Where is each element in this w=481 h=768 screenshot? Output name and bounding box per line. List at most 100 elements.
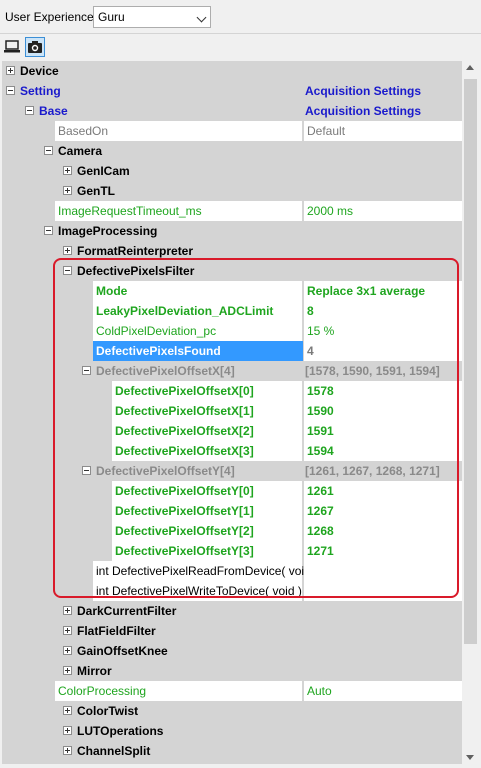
property-value[interactable]: 4 [304, 341, 462, 361]
scroll-up-icon[interactable] [466, 65, 474, 70]
property-value[interactable]: Auto [304, 681, 462, 701]
property-value [304, 61, 305, 81]
toolbar: User Experience: Guru [0, 0, 481, 34]
tree-property-row[interactable]: int DefectivePixelWriteToDevice( void ) [2, 581, 462, 601]
collapse-minus-icon[interactable] [25, 106, 34, 115]
chevron-down-icon [196, 12, 207, 23]
collapse-minus-icon[interactable] [44, 226, 53, 235]
property-value[interactable]: Acquisition Settings [304, 81, 421, 101]
property-value[interactable]: 1271 [304, 541, 462, 561]
property-value[interactable]: Replace 3x1 average [304, 281, 462, 301]
tree-property-row[interactable]: ColdPixelDeviation_pc 15 % [2, 321, 462, 341]
property-value [304, 261, 305, 281]
expand-plus-icon[interactable] [63, 646, 72, 655]
property-name: GenTL [77, 184, 115, 198]
property-value[interactable]: 15 % [304, 321, 462, 341]
property-value [304, 601, 305, 621]
expand-plus-icon[interactable] [63, 666, 72, 675]
scrollbar-thumb[interactable] [464, 79, 477, 644]
tree-group-row[interactable]: ChannelSplit [2, 741, 462, 761]
tree-group-row[interactable]: Mirror [2, 661, 462, 681]
expand-plus-icon[interactable] [63, 166, 72, 175]
property-value[interactable]: Acquisition Settings [304, 101, 421, 121]
expand-plus-icon[interactable] [63, 746, 72, 755]
tree-group-row[interactable]: FormatReinterpreter [2, 241, 462, 261]
tree-group-row[interactable]: DefectivePixelOffsetY[4] [1261, 1267, 126… [2, 461, 462, 481]
tree-property-row[interactable]: Mode Replace 3x1 average [2, 281, 462, 301]
tree-property-row[interactable]: BasedOn Default [2, 121, 462, 141]
tree-property-row[interactable]: DefectivePixelOffsetY[3] 1271 [2, 541, 462, 561]
tree-property-row[interactable]: DefectivePixelOffsetX[3] 1594 [2, 441, 462, 461]
tree-group-row[interactable]: GainOffsetKnee [2, 641, 462, 661]
tab-device-view[interactable] [2, 37, 22, 57]
tree-group-row[interactable]: ColorTwist [2, 701, 462, 721]
property-name: FlatFieldFilter [77, 624, 156, 638]
toolbar-separator [0, 33, 481, 34]
property-value[interactable]: 1268 [304, 521, 462, 541]
property-name: ColorProcessing [55, 681, 303, 701]
tree-property-row[interactable]: int DefectivePixelReadFromDevice( void ) [2, 561, 462, 581]
tree-group-row[interactable]: DefectivePixelsFilter [2, 261, 462, 281]
tree-group-row[interactable]: GenICam [2, 161, 462, 181]
vertical-scrollbar[interactable] [462, 61, 479, 764]
expand-plus-icon[interactable] [63, 706, 72, 715]
tree-group-row[interactable]: ImageProcessing [2, 221, 462, 241]
tree-property-row[interactable]: ColorProcessing Auto [2, 681, 462, 701]
tree-group-row[interactable]: GenTL [2, 181, 462, 201]
tree-group-row[interactable]: LUTOperations [2, 721, 462, 741]
tree-property-row[interactable]: DefectivePixelOffsetX[1] 1590 [2, 401, 462, 421]
user-experience-dropdown[interactable]: Guru [93, 6, 211, 28]
tree-property-row[interactable]: LeakyPixelDeviation_ADCLimit 8 [2, 301, 462, 321]
property-value [304, 721, 305, 741]
property-name: ImageProcessing [58, 224, 158, 238]
property-name: DefectivePixelOffsetY[1] [112, 501, 303, 521]
property-value[interactable]: [1578, 1590, 1591, 1594] [304, 361, 440, 381]
expand-plus-icon[interactable] [63, 726, 72, 735]
tree-property-row[interactable]: DefectivePixelOffsetY[2] 1268 [2, 521, 462, 541]
collapse-minus-icon[interactable] [44, 146, 53, 155]
tree-group-row[interactable]: Device [2, 61, 462, 81]
property-value[interactable]: 1578 [304, 381, 462, 401]
tree-group-row[interactable]: DarkCurrentFilter [2, 601, 462, 621]
tree-property-row[interactable]: DefectivePixelOffsetY[1] 1267 [2, 501, 462, 521]
property-value[interactable]: [1261, 1267, 1268, 1271] [304, 461, 440, 481]
tree-property-row[interactable]: DefectivePixelOffsetX[2] 1591 [2, 421, 462, 441]
property-value [304, 181, 305, 201]
expand-plus-icon[interactable] [63, 606, 72, 615]
property-value[interactable]: 1591 [304, 421, 462, 441]
expand-plus-icon[interactable] [6, 66, 15, 75]
property-value[interactable]: 8 [304, 301, 462, 321]
tree-group-row[interactable]: Base Acquisition Settings [2, 101, 462, 121]
property-value [304, 621, 305, 641]
property-value [304, 701, 305, 721]
property-value[interactable]: 1594 [304, 441, 462, 461]
property-name: Device [20, 64, 59, 78]
tree-property-row[interactable]: DefectivePixelOffsetY[0] 1261 [2, 481, 462, 501]
property-name: LeakyPixelDeviation_ADCLimit [93, 301, 303, 321]
expand-plus-icon[interactable] [63, 246, 72, 255]
collapse-minus-icon[interactable] [6, 86, 15, 95]
tree-group-row[interactable]: DefectivePixelOffsetX[4] [1578, 1590, 159… [2, 361, 462, 381]
property-name: LUTOperations [77, 724, 164, 738]
property-value[interactable]: 1267 [304, 501, 462, 521]
property-value[interactable]: 1261 [304, 481, 462, 501]
collapse-minus-icon[interactable] [82, 366, 91, 375]
collapse-minus-icon[interactable] [82, 466, 91, 475]
property-tree[interactable]: Device Setting Acquisition Settings Base Acq… [2, 61, 462, 764]
collapse-minus-icon[interactable] [63, 266, 72, 275]
property-value[interactable]: 2000 ms [304, 201, 462, 221]
tree-group-row[interactable]: FlatFieldFilter [2, 621, 462, 641]
tree-property-row[interactable]: ImageRequestTimeout_ms 2000 ms [2, 201, 462, 221]
property-value[interactable]: 1590 [304, 401, 462, 421]
tree-group-row[interactable]: Camera [2, 141, 462, 161]
tree-property-row[interactable]: DefectivePixelsFound 4 [2, 341, 462, 361]
tree-property-row[interactable]: DefectivePixelOffsetX[0] 1578 [2, 381, 462, 401]
property-name: DefectivePixelOffsetY[3] [112, 541, 303, 561]
user-experience-value: Guru [98, 10, 125, 24]
tab-camera-settings[interactable] [25, 37, 45, 57]
expand-plus-icon[interactable] [63, 186, 72, 195]
scroll-down-icon[interactable] [466, 755, 474, 760]
expand-plus-icon[interactable] [63, 626, 72, 635]
tree-group-row[interactable]: Setting Acquisition Settings [2, 81, 462, 101]
property-value[interactable]: Default [304, 121, 462, 141]
